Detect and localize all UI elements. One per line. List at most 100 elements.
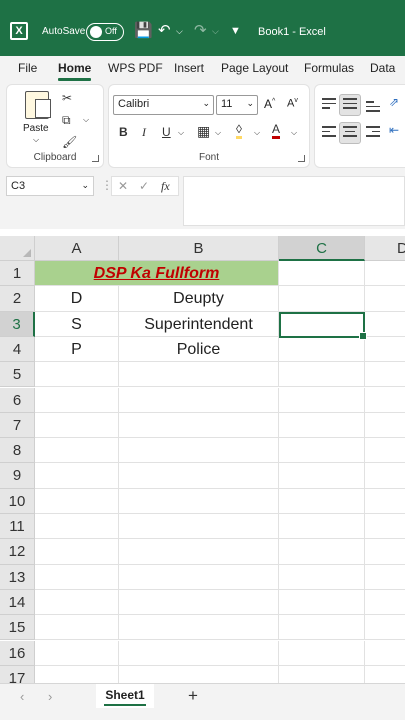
cell-a4[interactable]: P bbox=[35, 336, 119, 363]
cell-b10[interactable] bbox=[119, 488, 279, 514]
cell-a14[interactable] bbox=[35, 589, 119, 616]
cell-c6[interactable] bbox=[279, 387, 365, 413]
cell-b2[interactable]: Deupty bbox=[119, 286, 279, 312]
cell-a11[interactable] bbox=[35, 514, 119, 540]
row-header-7[interactable]: 7 bbox=[0, 412, 35, 439]
paste-button-label[interactable]: Paste bbox=[23, 123, 49, 134]
row-header-10[interactable]: 10 bbox=[0, 488, 35, 514]
indent-icon[interactable]: ⇤ bbox=[389, 123, 399, 137]
cell-b3[interactable]: Superintendent bbox=[119, 311, 279, 337]
active-cell-selection[interactable] bbox=[279, 312, 367, 340]
cell-b9[interactable] bbox=[119, 463, 279, 489]
cell-a3[interactable]: S bbox=[35, 311, 119, 337]
paste-dropdown-icon[interactable]: ⌵ bbox=[33, 135, 39, 145]
row-header-2[interactable]: 2 bbox=[0, 286, 35, 312]
cell-d1[interactable] bbox=[365, 261, 405, 287]
row-header-17[interactable]: 17 bbox=[0, 665, 35, 683]
font-color-icon[interactable]: A bbox=[272, 122, 281, 139]
cell-d13[interactable] bbox=[365, 565, 405, 590]
cell-a8[interactable] bbox=[35, 438, 119, 464]
grow-font-icon[interactable]: A^ bbox=[264, 97, 275, 111]
row-header-14[interactable]: 14 bbox=[0, 589, 35, 616]
cell-a17[interactable] bbox=[35, 665, 119, 683]
cell-d2[interactable] bbox=[365, 286, 405, 312]
next-sheet-icon[interactable]: › bbox=[48, 689, 52, 704]
cell-c1[interactable] bbox=[279, 261, 365, 287]
tab-formulas[interactable]: Formulas bbox=[304, 61, 354, 75]
bold-icon[interactable]: B bbox=[119, 125, 128, 139]
row-header-3[interactable]: 3 bbox=[0, 311, 35, 337]
cell-d10[interactable] bbox=[365, 489, 405, 514]
title-cell[interactable]: DSP Ka Fullform bbox=[35, 261, 279, 287]
cell-b5[interactable] bbox=[119, 362, 279, 388]
tab-wps-pdf[interactable]: WPS PDF bbox=[108, 61, 163, 75]
row-header-6[interactable]: 6 bbox=[0, 387, 35, 413]
cut-icon[interactable]: ✂ bbox=[62, 91, 72, 105]
cell-a5[interactable] bbox=[35, 362, 119, 388]
sheet-tab-sheet1[interactable]: Sheet1 bbox=[96, 684, 154, 708]
cell-a13[interactable] bbox=[35, 564, 119, 590]
tab-insert[interactable]: Insert bbox=[174, 61, 204, 75]
column-header-a[interactable]: A bbox=[35, 236, 119, 261]
middle-align-icon[interactable] bbox=[343, 98, 357, 112]
cell-c15[interactable] bbox=[279, 615, 365, 641]
font-name-select[interactable]: Calibri ⌄ bbox=[113, 95, 214, 115]
cell-c12[interactable] bbox=[279, 539, 365, 565]
cell-c9[interactable] bbox=[279, 463, 365, 489]
redo-icon[interactable]: ↷ bbox=[194, 22, 207, 40]
insert-function-icon[interactable]: fx bbox=[161, 179, 170, 194]
cell-a9[interactable] bbox=[35, 463, 119, 489]
select-all-button[interactable] bbox=[0, 236, 35, 261]
cell-a16[interactable] bbox=[35, 640, 119, 666]
font-color-dropdown-icon[interactable]: ⌵ bbox=[291, 128, 297, 138]
cell-c10[interactable] bbox=[279, 488, 365, 514]
cell-d12[interactable] bbox=[365, 539, 405, 565]
cell-b15[interactable] bbox=[119, 615, 279, 641]
undo-dropdown-icon[interactable]: ⌵ bbox=[176, 22, 183, 40]
cell-a6[interactable] bbox=[35, 387, 119, 413]
cancel-icon[interactable]: ✕ bbox=[118, 179, 128, 193]
row-header-12[interactable]: 12 bbox=[0, 539, 35, 565]
row-header-13[interactable]: 13 bbox=[0, 564, 35, 590]
autosave-toggle[interactable]: Off bbox=[86, 23, 124, 41]
row-header-16[interactable]: 16 bbox=[0, 640, 35, 666]
cell-b16[interactable] bbox=[119, 640, 279, 666]
shrink-font-icon[interactable]: Av bbox=[287, 97, 298, 110]
bottom-align-icon[interactable] bbox=[366, 101, 380, 115]
cell-c5[interactable] bbox=[279, 362, 365, 388]
column-header-b[interactable]: B bbox=[119, 236, 279, 261]
cell-d5[interactable] bbox=[365, 362, 405, 388]
cell-d17[interactable] bbox=[365, 666, 405, 683]
cell-d6[interactable] bbox=[365, 388, 405, 413]
cell-d4[interactable] bbox=[365, 337, 405, 363]
align-center-icon[interactable] bbox=[343, 126, 357, 140]
align-left-icon[interactable] bbox=[322, 126, 336, 140]
fill-color-dropdown-icon[interactable]: ⌵ bbox=[254, 128, 260, 138]
cell-a12[interactable] bbox=[35, 539, 119, 565]
column-header-c[interactable]: C bbox=[279, 236, 365, 261]
cell-c4[interactable] bbox=[279, 336, 365, 363]
cell-d9[interactable] bbox=[365, 463, 405, 489]
tab-page-layout[interactable]: Page Layout bbox=[221, 61, 288, 75]
font-launcher-icon[interactable] bbox=[298, 155, 305, 162]
cell-b7[interactable] bbox=[119, 412, 279, 439]
cell-b14[interactable] bbox=[119, 589, 279, 616]
borders-icon[interactable]: ▦ bbox=[197, 123, 210, 140]
cell-b13[interactable] bbox=[119, 564, 279, 590]
cell-b11[interactable] bbox=[119, 514, 279, 540]
cell-b4[interactable]: Police bbox=[119, 336, 279, 363]
cell-b6[interactable] bbox=[119, 387, 279, 413]
save-icon[interactable]: 💾 bbox=[134, 22, 153, 40]
paste-icon[interactable] bbox=[25, 91, 51, 119]
column-header-d[interactable]: D bbox=[365, 236, 405, 261]
row-header-5[interactable]: 5 bbox=[0, 362, 35, 388]
row-header-1[interactable]: 1 bbox=[0, 261, 35, 287]
copy-icon[interactable]: ⧉ bbox=[62, 113, 71, 128]
cell-d7[interactable] bbox=[365, 413, 405, 439]
customize-toolbar-icon[interactable]: ▼ bbox=[230, 22, 241, 40]
cell-d11[interactable] bbox=[365, 514, 405, 540]
tab-file[interactable]: File bbox=[18, 61, 37, 75]
cell-d3[interactable] bbox=[365, 312, 405, 337]
cell-c16[interactable] bbox=[279, 640, 365, 666]
row-header-9[interactable]: 9 bbox=[0, 463, 35, 489]
